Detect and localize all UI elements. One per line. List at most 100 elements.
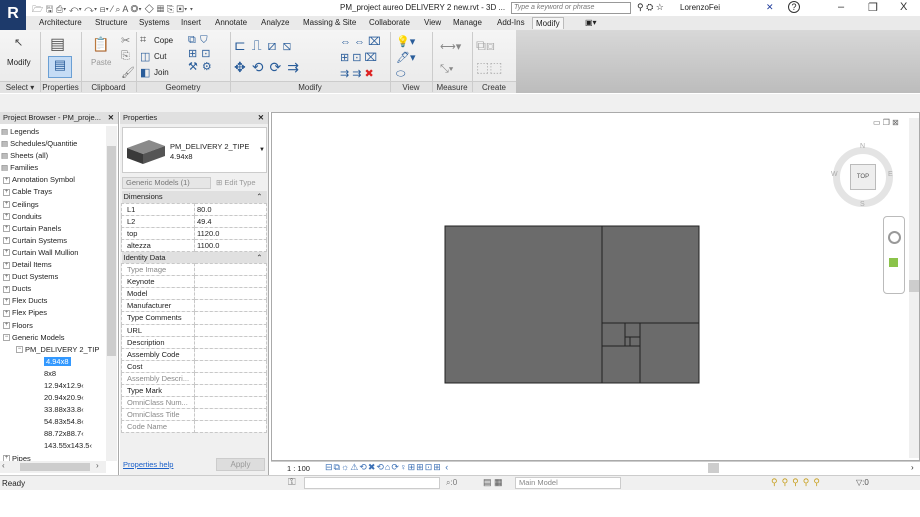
- tree-item[interactable]: ▤ Sheets (all): [0, 150, 106, 162]
- modify-tools-icons[interactable]: ⊏⎍⧄⧅ ✥⟲⟳⇉: [234, 34, 305, 78]
- tab-annotate[interactable]: Annotate: [212, 17, 250, 28]
- expand-icon[interactable]: +: [3, 285, 10, 293]
- close-project-browser-button[interactable]: ✕: [108, 112, 114, 124]
- search-input[interactable]: Type a keyword or phrase: [511, 2, 631, 14]
- expand-icon[interactable]: +: [3, 201, 10, 209]
- editable-only-icon[interactable]: ⌕:0: [446, 478, 457, 488]
- property-value[interactable]: [194, 275, 267, 289]
- expand-icon[interactable]: +: [3, 261, 10, 269]
- join-icon[interactable]: ◧: [140, 66, 150, 79]
- view-vertical-scrollbar[interactable]: [909, 118, 919, 458]
- viewcube-top-face[interactable]: TOP: [850, 164, 876, 190]
- cope-button[interactable]: Cope: [154, 36, 173, 45]
- tree-item[interactable]: ▤ Legends: [0, 126, 106, 138]
- zoom-region-icon[interactable]: [889, 258, 898, 267]
- match-type-icon[interactable]: 🖌: [121, 66, 135, 79]
- tree-item[interactable]: + Curtain Panels: [0, 223, 106, 235]
- tab-modify[interactable]: Modify: [532, 17, 564, 29]
- property-value[interactable]: [194, 347, 267, 361]
- cut-clipboard-icon[interactable]: ✂: [121, 34, 130, 47]
- help-button[interactable]: ?: [788, 1, 800, 13]
- cope-icon[interactable]: ⌗: [140, 34, 146, 47]
- tree-item[interactable]: 8x8: [0, 368, 106, 380]
- infocenter-icons[interactable]: ⚲ ⛭ ☆: [637, 2, 664, 13]
- tab-analyze[interactable]: Analyze: [258, 17, 292, 28]
- navigation-bar[interactable]: [883, 216, 905, 294]
- tree-item[interactable]: 4.94x8: [0, 356, 106, 368]
- tree-item[interactable]: + Annotation Symbol: [0, 174, 106, 186]
- tab-panel-toggle[interactable]: ▣▾: [582, 17, 600, 28]
- tab-architecture[interactable]: Architecture: [36, 17, 85, 28]
- scroll-right-arrow[interactable]: ›: [911, 463, 914, 472]
- user-account[interactable]: LorenzoFei: [680, 3, 720, 12]
- project-browser-hscrollbar[interactable]: ‹ ›: [0, 461, 106, 473]
- tree-item[interactable]: + Conduits: [0, 211, 106, 223]
- workset-dropdown[interactable]: [304, 477, 440, 489]
- measure-icons[interactable]: ⟷▾ ⤡▾: [440, 36, 461, 80]
- collapse-icon[interactable]: ⌃: [256, 192, 262, 201]
- view-control-icons[interactable]: ⊟⧉☼⚠⟲✖⟲⌂⟳♀⊞⊞⊡⊞ ‹: [325, 462, 449, 473]
- tab-manage[interactable]: Manage: [450, 17, 485, 28]
- filter-icon[interactable]: ▽:0: [856, 478, 869, 487]
- modify-small-tools-icons[interactable]: ⇔⇔⌧ ⊞⊡⌧ ⇉⇉✖: [340, 34, 384, 82]
- expand-icon[interactable]: +: [3, 188, 10, 196]
- compass-east[interactable]: E: [888, 171, 893, 178]
- view-tools-icons[interactable]: 💡▾ 🖊▾ ⬭: [396, 34, 416, 82]
- modify-cursor-icon[interactable]: ↖: [14, 36, 23, 49]
- expand-icon[interactable]: +: [3, 225, 10, 233]
- tree-item[interactable]: 88.72x88.7‹: [0, 428, 106, 440]
- property-value[interactable]: [194, 383, 267, 398]
- tree-item[interactable]: − PM_DELIVERY 2_TIP: [0, 344, 106, 356]
- property-value[interactable]: [194, 408, 267, 422]
- paste-icon[interactable]: 📋: [92, 36, 109, 53]
- exchange-icon[interactable]: ✕: [766, 2, 774, 13]
- property-value[interactable]: [194, 335, 267, 349]
- property-value[interactable]: 1120.0: [194, 226, 267, 240]
- tree-item[interactable]: + Floors: [0, 320, 106, 332]
- copy-icon[interactable]: ⎘: [121, 50, 130, 63]
- panel-select[interactable]: Select ▾: [0, 81, 40, 93]
- property-value[interactable]: [194, 323, 267, 337]
- modify-button[interactable]: Modify: [7, 58, 31, 67]
- tab-systems[interactable]: Systems: [136, 17, 173, 28]
- generic-model-rectangle[interactable]: [444, 225, 700, 384]
- tree-item[interactable]: ▤ Families: [0, 162, 106, 174]
- tree-item[interactable]: + Curtain Wall Mullion: [0, 247, 106, 259]
- cut-button[interactable]: Cut: [154, 52, 166, 61]
- property-value[interactable]: [194, 359, 267, 373]
- expand-icon[interactable]: +: [3, 297, 10, 305]
- create-icons[interactable]: ⧉⧈ ⬚⬚: [476, 34, 502, 78]
- tab-add-ins[interactable]: Add-Ins: [494, 17, 528, 28]
- close-button[interactable]: X: [900, 1, 907, 13]
- view-scale[interactable]: 1 : 100: [287, 464, 310, 473]
- cut-geometry-icon[interactable]: ◫: [140, 50, 150, 63]
- tree-item[interactable]: + Flex Ducts: [0, 295, 106, 307]
- type-properties-icon[interactable]: ▤: [50, 34, 65, 54]
- expand-icon[interactable]: +: [3, 273, 10, 281]
- selection-toggle-icons[interactable]: ⚲⚲⚲⚲⚲: [771, 477, 824, 488]
- expand-icon[interactable]: +: [3, 213, 10, 221]
- expand-icon[interactable]: +: [3, 322, 10, 330]
- tree-item[interactable]: + Cable Trays: [0, 186, 106, 198]
- tree-item[interactable]: + Flex Pipes: [0, 307, 106, 319]
- tree-item[interactable]: + Detail Items: [0, 259, 106, 271]
- restore-button[interactable]: ❐: [868, 1, 878, 14]
- tree-item[interactable]: 54.83x54.8‹: [0, 416, 106, 428]
- tree-item[interactable]: 33.88x33.8‹: [0, 404, 106, 416]
- tree-item[interactable]: + Ceilings: [0, 199, 106, 211]
- edit-type-button[interactable]: ⊞ Edit Type: [216, 178, 256, 187]
- expand-icon[interactable]: +: [3, 237, 10, 245]
- collapse-icon[interactable]: ⌃: [256, 253, 262, 262]
- instance-filter-dropdown[interactable]: Generic Models (1): [122, 177, 211, 189]
- property-value[interactable]: 49.4: [194, 214, 267, 228]
- project-browser-scrollbar[interactable]: [106, 126, 117, 461]
- property-value[interactable]: [194, 299, 267, 313]
- tab-collaborate[interactable]: Collaborate: [366, 17, 413, 28]
- expand-icon[interactable]: +: [3, 176, 10, 184]
- tab-massing-site[interactable]: Massing & Site: [300, 17, 359, 28]
- property-value[interactable]: 80.0: [194, 202, 267, 216]
- compass-north[interactable]: N: [860, 143, 865, 150]
- view-hscroll-thumb[interactable]: [708, 463, 719, 473]
- property-value[interactable]: [194, 287, 267, 301]
- collapse-icon[interactable]: −: [3, 334, 10, 342]
